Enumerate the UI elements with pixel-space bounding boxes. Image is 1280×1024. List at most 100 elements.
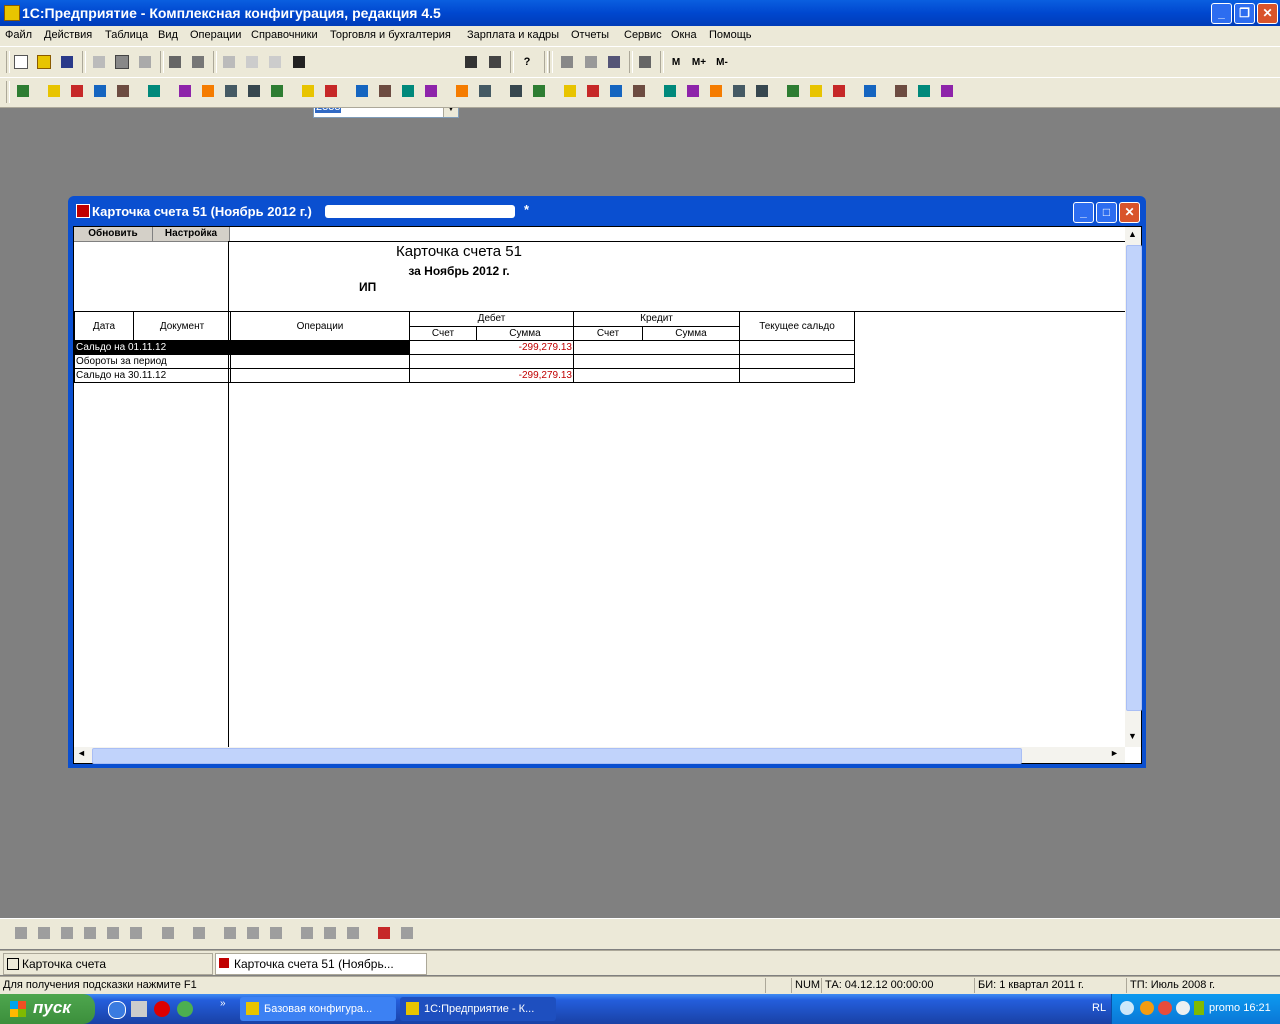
calendar-icon[interactable] [582, 53, 600, 71]
row-debit-sum[interactable]: -299,279.13 [409, 340, 574, 355]
paste-icon[interactable] [136, 53, 154, 71]
chrome-icon[interactable] [177, 1001, 193, 1017]
language-indicator[interactable]: RL [1092, 1002, 1106, 1014]
toolbar-action-icon[interactable] [322, 82, 340, 100]
tray-app-icon[interactable] [1140, 1001, 1154, 1015]
row-balance[interactable] [739, 354, 855, 369]
toolbar-action-icon[interactable] [530, 82, 548, 100]
menu-help[interactable]: Помощь [709, 29, 752, 41]
toolbar-action-icon[interactable] [807, 82, 825, 100]
toolbar-action-icon[interactable] [584, 82, 602, 100]
settings-button[interactable]: Настройка [153, 227, 230, 241]
toolbar-action-icon[interactable] [561, 82, 579, 100]
toolbar-action-icon[interactable] [91, 82, 109, 100]
menu-salary[interactable]: Зарплата и кадры [467, 29, 559, 41]
close-button[interactable]: ✕ [1257, 3, 1278, 24]
format-tool-icon[interactable] [81, 924, 99, 942]
toolbar-action-icon[interactable] [684, 82, 702, 100]
print-icon[interactable] [166, 53, 184, 71]
tray-app-icon[interactable] [1158, 1001, 1172, 1015]
toolbar-action-icon[interactable] [861, 82, 879, 100]
save-icon[interactable] [58, 53, 76, 71]
toolbar-action-icon[interactable] [607, 82, 625, 100]
tray-app-icon[interactable] [1176, 1001, 1190, 1015]
vertical-scrollbar[interactable]: ▲ ▼ [1125, 227, 1142, 747]
find-icon[interactable] [290, 53, 308, 71]
toolbar-action-icon[interactable] [399, 82, 417, 100]
row-balance[interactable] [739, 368, 855, 383]
refresh-button[interactable]: Обновить [74, 227, 153, 241]
task-base-config[interactable]: Базовая конфигура... [240, 997, 396, 1021]
scroll-right-icon[interactable]: ► [1110, 748, 1119, 758]
format-tool-icon[interactable] [244, 924, 262, 942]
find-next-icon[interactable] [462, 53, 480, 71]
toolbar-action-icon[interactable] [730, 82, 748, 100]
toolbar-action-icon[interactable] [784, 82, 802, 100]
toolbar-action-icon[interactable] [707, 82, 725, 100]
ie-icon[interactable] [108, 1001, 126, 1019]
start-button[interactable]: пуск [0, 994, 95, 1024]
report-sheet[interactable]: Обновить Настройка Карточка счета 51 за … [73, 226, 1142, 764]
new-document-icon[interactable] [12, 53, 30, 71]
toolbar-action-icon[interactable] [753, 82, 771, 100]
format-tool-icon[interactable] [58, 924, 76, 942]
scroll-down-icon[interactable]: ▼ [1128, 731, 1137, 741]
window-tab-card51[interactable]: Карточка счета 51 (Ноябрь... [215, 953, 427, 975]
table-row[interactable]: Сальдо на 30.11.12 -299,279.13 [74, 368, 855, 383]
table-row[interactable]: Обороты за период [74, 354, 855, 369]
format-tool-icon[interactable] [190, 924, 208, 942]
quick-launch-more-icon[interactable]: » [220, 998, 226, 1009]
row-operations[interactable] [230, 354, 410, 369]
horizontal-scroll-thumb[interactable] [92, 748, 1022, 764]
help-icon[interactable]: ? [518, 53, 536, 71]
horizontal-scrollbar[interactable]: ◄ ► [74, 747, 1125, 764]
format-tool-icon[interactable] [298, 924, 316, 942]
menu-table[interactable]: Таблица [105, 29, 148, 41]
minimize-button[interactable]: _ [1211, 3, 1232, 24]
row-credit[interactable] [573, 368, 740, 383]
toolbar-action-icon[interactable] [915, 82, 933, 100]
menu-references[interactable]: Справочники [251, 29, 318, 41]
toolbar-action-icon[interactable] [299, 82, 317, 100]
menu-actions[interactable]: Действия [44, 29, 92, 41]
format-tool-icon[interactable] [127, 924, 145, 942]
toolbar-action-icon[interactable] [353, 82, 371, 100]
memory-plus-button[interactable]: M+ [690, 53, 708, 71]
scroll-left-icon[interactable]: ◄ [77, 748, 86, 758]
open-folder-icon[interactable] [35, 53, 53, 71]
vertical-scroll-thumb[interactable] [1126, 245, 1142, 711]
report-maximize-button[interactable]: □ [1096, 202, 1117, 223]
toolbar-action-icon[interactable] [892, 82, 910, 100]
menu-operations[interactable]: Операции [190, 29, 241, 41]
window-tab-card[interactable]: Карточка счета [3, 953, 213, 975]
wizard-icon[interactable] [605, 53, 623, 71]
format-tool-icon[interactable] [344, 924, 362, 942]
row-label[interactable]: Сальдо на 30.11.12 [74, 368, 231, 383]
row-label[interactable]: Сальдо на 01.11.12 [74, 340, 410, 355]
format-tool-icon[interactable] [221, 924, 239, 942]
row-balance[interactable] [739, 340, 855, 355]
toolbar-action-icon[interactable] [176, 82, 194, 100]
row-label[interactable]: Обороты за период [74, 354, 231, 369]
format-tool-icon[interactable] [398, 924, 416, 942]
toolbar-action-icon[interactable] [268, 82, 286, 100]
toolbar-action-icon[interactable] [938, 82, 956, 100]
calculator-icon[interactable] [558, 53, 576, 71]
tray-battery-icon[interactable] [1194, 1001, 1204, 1015]
toolbar-action-icon[interactable] [145, 82, 163, 100]
explorer-icon[interactable] [131, 1001, 147, 1017]
toolbar-action-icon[interactable] [245, 82, 263, 100]
format-tool-icon[interactable] [159, 924, 177, 942]
menu-file[interactable]: Файл [5, 29, 32, 41]
row-credit[interactable] [573, 340, 740, 355]
format-tool-icon[interactable] [321, 924, 339, 942]
toolbar-action-icon[interactable] [199, 82, 217, 100]
tray-clock[interactable]: promo 16:21 [1209, 1002, 1271, 1014]
scroll-up-icon[interactable]: ▲ [1128, 229, 1137, 239]
menu-reports[interactable]: Отчеты [571, 29, 609, 41]
format-tool-icon[interactable] [12, 924, 30, 942]
undo-icon[interactable] [243, 53, 261, 71]
redo-icon[interactable] [266, 53, 284, 71]
copy-icon[interactable] [113, 53, 131, 71]
menu-service[interactable]: Сервис [624, 29, 662, 41]
